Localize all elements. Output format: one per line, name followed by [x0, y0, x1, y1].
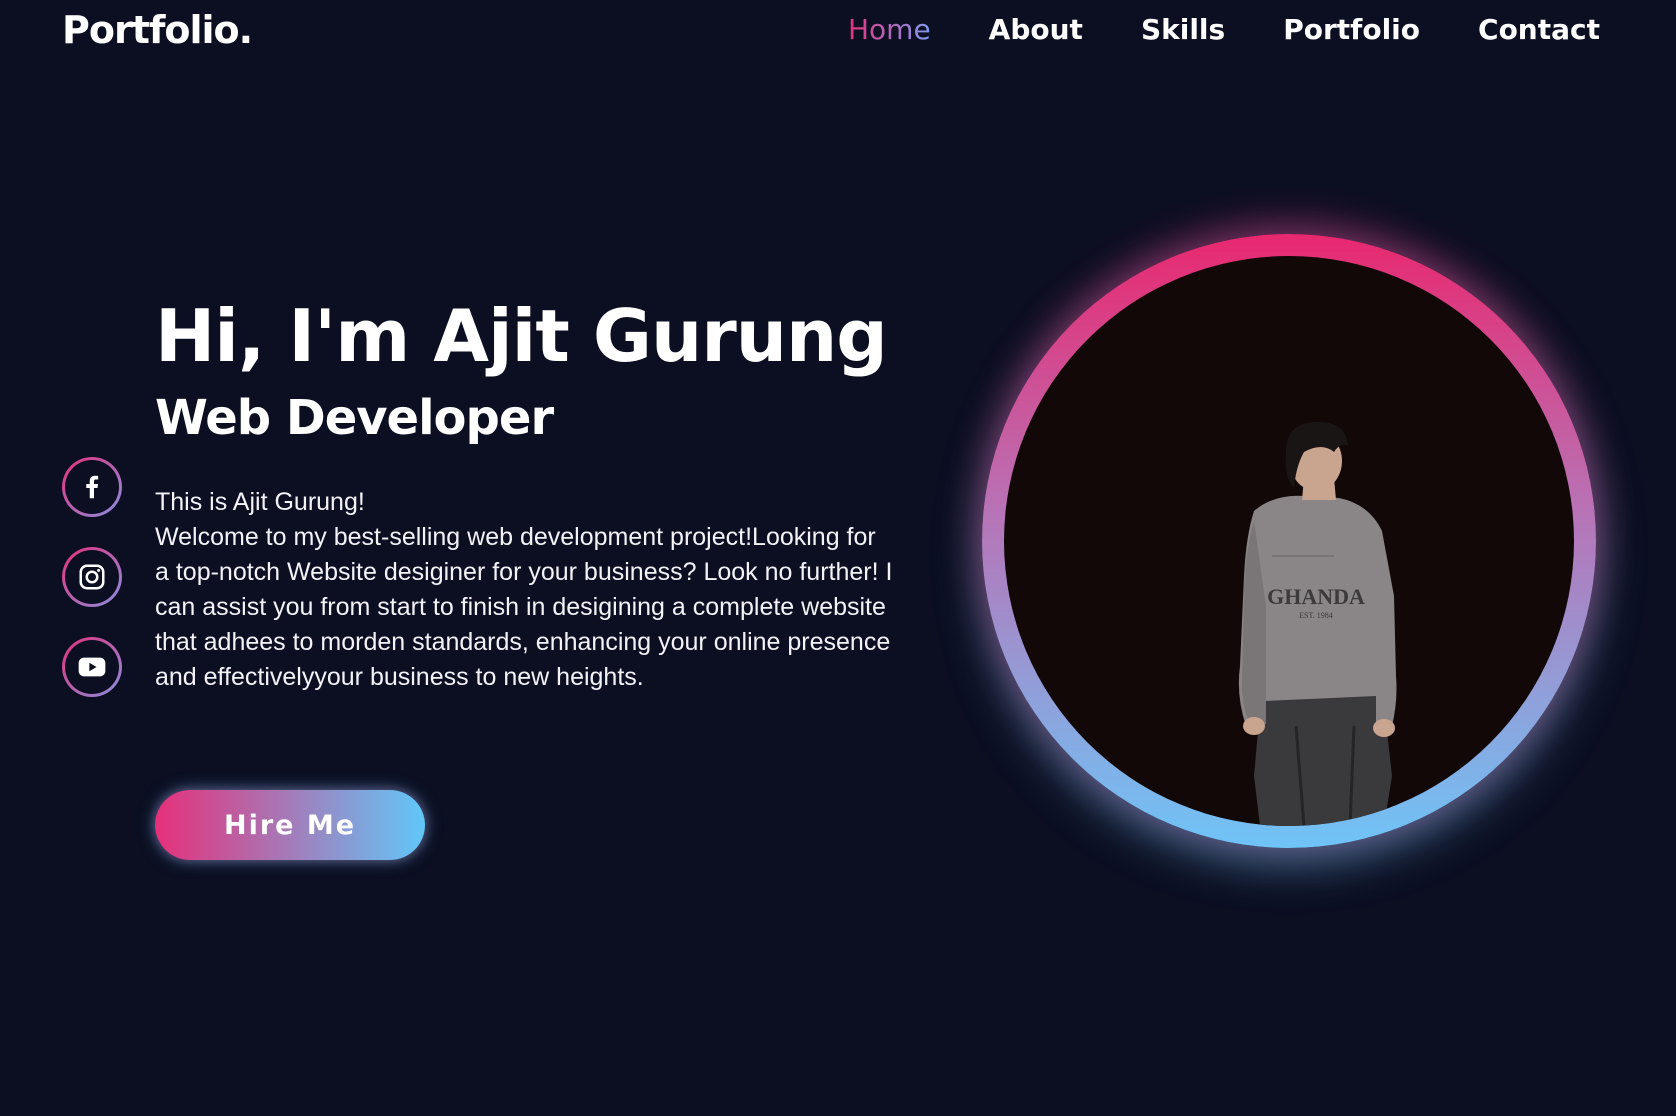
hero-description: This is Ajit Gurung! Welcome to my best-…	[155, 485, 895, 695]
youtube-icon	[78, 657, 106, 677]
hire-me-button[interactable]: Hire Me	[155, 790, 425, 860]
main-nav: Home About Skills Portfolio Contact	[848, 10, 1600, 50]
youtube-link[interactable]	[62, 637, 122, 697]
profile-photo-frame: GHANDA EST. 1984	[1004, 256, 1574, 826]
nav-contact[interactable]: Contact	[1478, 10, 1600, 50]
shirt-print: GHANDA	[1267, 584, 1365, 609]
instagram-icon	[79, 564, 105, 590]
hero-intro: This is Ajit Gurung!	[155, 488, 365, 516]
instagram-link[interactable]	[62, 547, 122, 607]
facebook-icon	[86, 475, 99, 499]
facebook-link[interactable]	[62, 457, 122, 517]
profile-photo: GHANDA EST. 1984	[1238, 421, 1397, 826]
hero-title: Hi, I'm Ajit Gurung	[155, 294, 888, 378]
hero-body: Welcome to my best-selling web developme…	[155, 523, 893, 691]
nav-skills[interactable]: Skills	[1141, 10, 1225, 50]
nav-about[interactable]: About	[989, 10, 1083, 50]
profile-ring: GHANDA EST. 1984	[982, 234, 1596, 848]
site-logo[interactable]: Portfolio.	[62, 8, 253, 52]
social-links	[62, 457, 122, 697]
svg-text:EST. 1984: EST. 1984	[1299, 611, 1333, 620]
hero-subtitle: Web Developer	[155, 390, 554, 446]
nav-home[interactable]: Home	[848, 10, 931, 50]
nav-portfolio[interactable]: Portfolio	[1283, 10, 1420, 50]
